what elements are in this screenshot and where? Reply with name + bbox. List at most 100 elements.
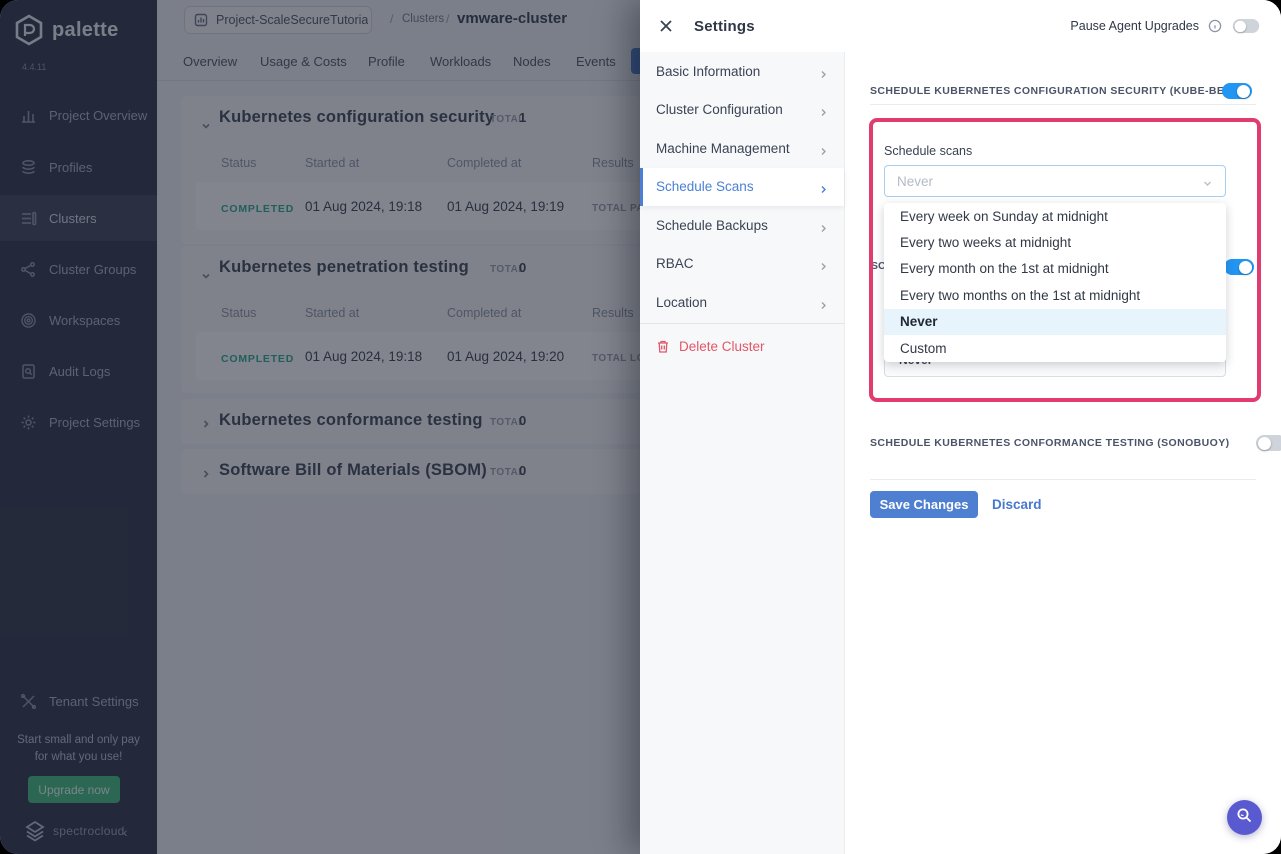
- menu-item-schedule-backups[interactable]: Schedule Backups: [640, 206, 844, 245]
- menu-item-label: Location: [656, 295, 707, 310]
- chevron-right-icon: [819, 182, 828, 191]
- search-fab-button[interactable]: [1227, 800, 1262, 835]
- sidebar-item-label: Project Settings: [49, 415, 140, 430]
- discard-link[interactable]: Discard: [992, 497, 1042, 512]
- audit-log-icon: [20, 363, 37, 380]
- delete-cluster-button[interactable]: Delete Cluster: [640, 328, 844, 366]
- col-results: Results: [592, 306, 634, 320]
- sidebar-item-label: Tenant Settings: [49, 694, 139, 709]
- project-selector[interactable]: Project-ScaleSecureTutoria: [184, 6, 372, 34]
- col-results: Results: [592, 156, 634, 170]
- total-count: 0: [519, 463, 526, 478]
- footer-brand-label: spectrocloud: [53, 824, 125, 838]
- sidebar-item-project-settings[interactable]: Project Settings: [0, 399, 157, 445]
- breadcrumb-separator: /: [446, 12, 449, 26]
- layers-icon: [20, 159, 37, 176]
- chevron-down-icon[interactable]: [201, 118, 211, 128]
- palette-logo-icon: [14, 14, 44, 46]
- results-value: TOTAL PASS: [592, 203, 640, 214]
- menu-item-label: Basic Information: [656, 64, 760, 79]
- drawer-header: Settings Pause Agent Upgrades: [640, 0, 1281, 52]
- chevron-right-icon: [819, 221, 828, 230]
- chevron-right-icon[interactable]: [201, 416, 211, 426]
- tab-workloads[interactable]: Workloads: [430, 54, 491, 69]
- status-badge: COMPLETED: [221, 353, 294, 365]
- card-title: Kubernetes penetration testing: [219, 258, 469, 277]
- save-changes-button[interactable]: Save Changes: [870, 491, 978, 518]
- sidebar-item-profiles[interactable]: Profiles: [0, 144, 157, 190]
- option-every-month[interactable]: Every month on the 1st at midnight: [884, 256, 1226, 282]
- col-completed: Completed at: [447, 306, 521, 320]
- tools-icon: [20, 693, 37, 710]
- sidebar-item-clusters[interactable]: Clusters: [0, 195, 157, 241]
- chevron-down-icon[interactable]: [201, 268, 211, 278]
- sidebar-item-workspaces[interactable]: Workspaces: [0, 297, 157, 343]
- option-every-week[interactable]: Every week on Sunday at midnight: [884, 203, 1226, 229]
- scan-card-conformance-testing: Kubernetes conformance testing TOTAL 0: [181, 399, 640, 444]
- sidebar-item-label: Cluster Groups: [49, 262, 136, 277]
- section-divider: [870, 479, 1256, 480]
- app-window: palette 4.4.11 Project Overview Profiles…: [0, 0, 1281, 854]
- upgrade-now-button[interactable]: Upgrade now: [28, 776, 120, 803]
- sonobuoy-label: SCHEDULE KUBERNETES CONFORMANCE TESTING …: [870, 437, 1230, 449]
- menu-item-location[interactable]: Location: [640, 283, 844, 322]
- started-at-value: 01 Aug 2024, 19:18: [305, 349, 422, 364]
- tabs-divider: [157, 80, 640, 81]
- tab-scans-partial[interactable]: [631, 48, 640, 74]
- menu-item-cluster-configuration[interactable]: Cluster Configuration: [640, 91, 844, 130]
- collapse-sidebar-icon[interactable]: ‹: [123, 824, 128, 840]
- select-value: Never: [897, 174, 933, 189]
- menu-item-label: Cluster Configuration: [656, 102, 783, 117]
- sidebar-item-label: Audit Logs: [49, 364, 110, 379]
- tab-nodes[interactable]: Nodes: [513, 54, 551, 69]
- promo-text: Start small and only pay for what you us…: [0, 732, 157, 766]
- menu-item-label: RBAC: [656, 256, 694, 271]
- tab-events[interactable]: Events: [576, 54, 616, 69]
- results-value: TOTAL LOW: [592, 353, 640, 364]
- menu-divider: [640, 323, 844, 324]
- menu-item-label: Machine Management: [656, 141, 790, 156]
- promo-line1: Start small and only pay: [0, 732, 157, 749]
- option-every-two-weeks[interactable]: Every two weeks at midnight: [884, 229, 1226, 255]
- schedule-scans-label: Schedule scans: [884, 144, 972, 158]
- sidebar-item-tenant-settings[interactable]: Tenant Settings: [0, 678, 157, 724]
- chevron-right-icon[interactable]: [201, 466, 211, 476]
- spectrocloud-logo-icon: [24, 820, 46, 842]
- scan-card-sbom: Software Bill of Materials (SBOM) TOTAL …: [181, 449, 640, 494]
- chevron-right-icon: [819, 105, 828, 114]
- schedule-scans-select[interactable]: Never: [884, 165, 1226, 197]
- option-every-two-months[interactable]: Every two months on the 1st at midnight: [884, 282, 1226, 308]
- tab-profile[interactable]: Profile: [368, 54, 405, 69]
- sidebar-item-cluster-groups[interactable]: Cluster Groups: [0, 246, 157, 292]
- menu-item-label: Schedule Backups: [656, 218, 768, 233]
- kube-bench-label: SCHEDULE KUBERNETES CONFIGURATION SECURI…: [870, 85, 1252, 97]
- option-custom[interactable]: Custom: [884, 335, 1226, 361]
- project-icon: [194, 13, 208, 27]
- tab-overview[interactable]: Overview: [183, 54, 237, 69]
- sidebar: palette 4.4.11 Project Overview Profiles…: [0, 0, 157, 854]
- menu-item-schedule-scans[interactable]: Schedule Scans: [640, 168, 844, 207]
- sidebar-item-label: Clusters: [49, 211, 97, 226]
- menu-item-rbac[interactable]: RBAC: [640, 245, 844, 284]
- tab-usage-costs[interactable]: Usage & Costs: [260, 54, 347, 69]
- breadcrumb-clusters-link[interactable]: Clusters: [402, 13, 444, 25]
- breadcrumb-separator: /: [390, 12, 393, 26]
- breadcrumb-cluster-name: vmware-cluster: [457, 10, 567, 27]
- pause-agent-upgrades-toggle[interactable]: [1233, 19, 1259, 33]
- sonobuoy-toggle[interactable]: [1256, 435, 1281, 451]
- penetration-testing-toggle[interactable]: [1224, 259, 1254, 275]
- brand-name: palette: [52, 19, 119, 42]
- menu-item-machine-management[interactable]: Machine Management: [640, 129, 844, 168]
- chevron-right-icon: [819, 259, 828, 268]
- sidebar-item-audit-logs[interactable]: Audit Logs: [0, 348, 157, 394]
- main-content: Project-ScaleSecureTutoria / Clusters / …: [157, 0, 640, 854]
- close-icon[interactable]: [658, 18, 674, 34]
- option-never[interactable]: Never: [884, 309, 1226, 335]
- search-icon: [1236, 807, 1253, 829]
- kube-bench-toggle[interactable]: [1222, 83, 1252, 99]
- sidebar-item-project-overview[interactable]: Project Overview: [0, 92, 157, 138]
- info-icon[interactable]: [1208, 19, 1222, 33]
- total-count: 0: [519, 260, 526, 275]
- card-title: Kubernetes configuration security: [219, 108, 494, 127]
- menu-item-basic-information[interactable]: Basic Information: [640, 52, 844, 91]
